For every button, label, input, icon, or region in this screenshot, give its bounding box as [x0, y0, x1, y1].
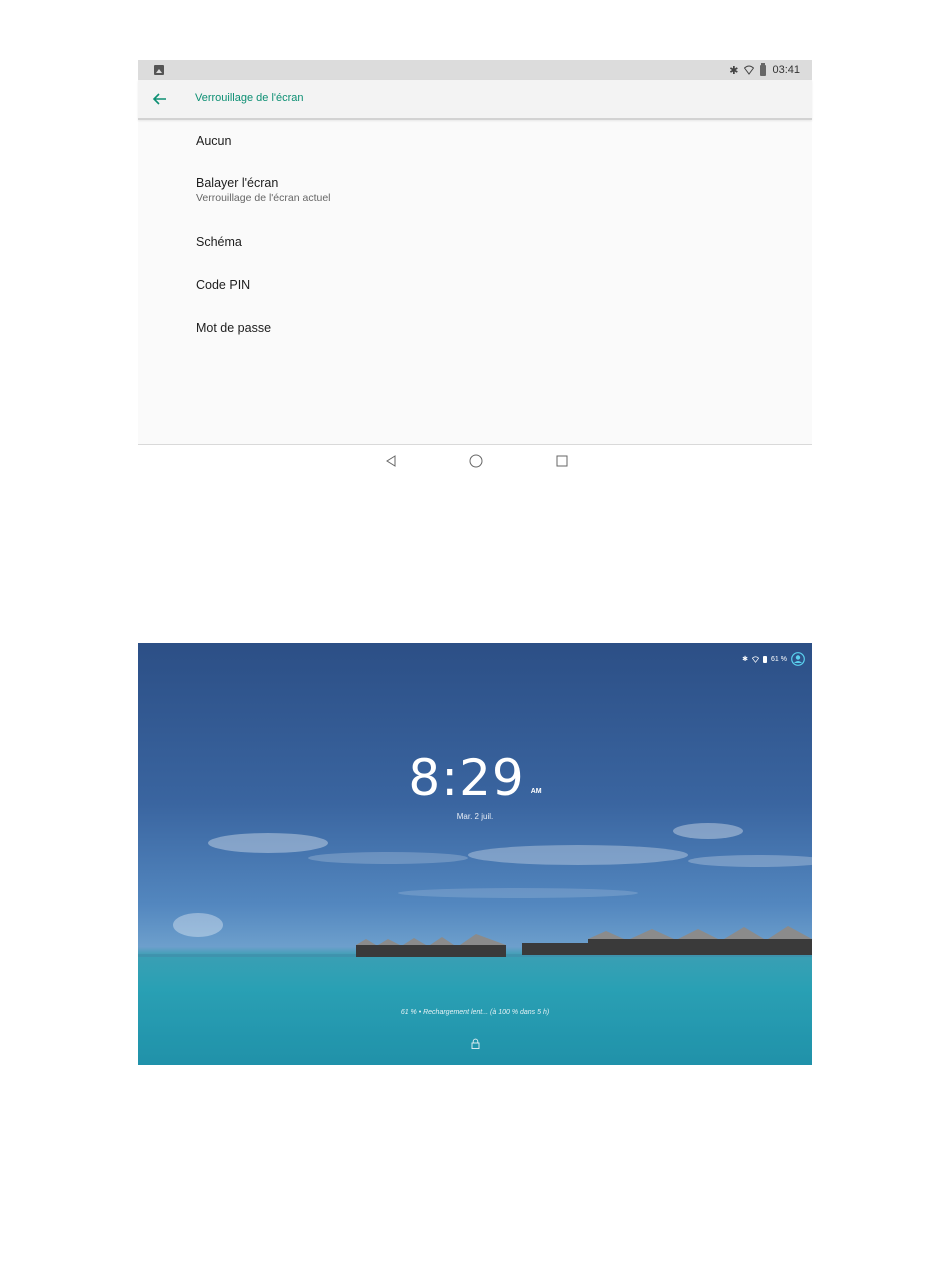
lock-status-bar: ✱ 61 % — [742, 652, 805, 666]
back-triangle-icon[interactable] — [384, 454, 398, 468]
option-mot-de-passe[interactable]: Mot de passe — [196, 321, 271, 335]
option-aucun[interactable]: Aucun — [196, 134, 231, 148]
lock-icon[interactable] — [471, 1038, 480, 1049]
lock-clock: 8:29 AM — [138, 749, 812, 807]
option-schema[interactable]: Schéma — [196, 235, 242, 249]
navigation-bar — [138, 445, 812, 477]
beach-wallpaper — [138, 823, 812, 1065]
arrow-left-icon[interactable] — [150, 89, 170, 109]
app-bar: Verrouillage de l'écran — [138, 80, 812, 120]
gallery-icon — [154, 65, 164, 75]
option-code-pin[interactable]: Code PIN — [196, 278, 250, 292]
option-balayer[interactable]: Balayer l'écran Verrouillage de l'écran … — [196, 176, 331, 204]
option-label: Mot de passe — [196, 321, 272, 335]
clock-ampm: AM — [530, 788, 542, 795]
option-sublabel: Verrouillage de l'écran actuel — [196, 192, 331, 204]
charging-status: 61 % • Rechargement lent... (à 100 % dan… — [400, 1009, 550, 1016]
battery-icon — [760, 62, 767, 76]
option-label: Code PIN — [196, 278, 251, 292]
battery-icon — [763, 655, 768, 663]
option-label: Balayer l'écran — [196, 176, 279, 190]
user-avatar-icon[interactable] — [791, 652, 805, 666]
recents-square-icon[interactable] — [555, 454, 569, 468]
lock-screen-screenshot: ✱ 61 % 8:29 AM Mar. 2 juil. 61 % • Rechar… — [138, 643, 812, 1065]
settings-screenshot: ✱ 03:41 Verrouillage de l'écran Aucun Ba… — [138, 60, 812, 477]
status-time: 03:41 — [772, 64, 800, 76]
wifi-icon — [752, 655, 760, 663]
home-circle-icon[interactable] — [469, 454, 483, 468]
lock-date: Mar. 2 juil. — [456, 812, 494, 821]
page-title: Verrouillage de l'écran — [195, 92, 304, 104]
bluetooth-icon: ✱ — [742, 656, 749, 663]
option-label: Aucun — [196, 134, 232, 148]
status-bar: ✱ 03:41 — [138, 60, 812, 80]
bluetooth-icon: ✱ — [729, 64, 739, 77]
clock-time: 8:29 — [408, 749, 525, 807]
wifi-icon — [744, 65, 755, 75]
option-label: Schéma — [196, 235, 242, 249]
battery-percent: 61 % — [771, 655, 787, 663]
